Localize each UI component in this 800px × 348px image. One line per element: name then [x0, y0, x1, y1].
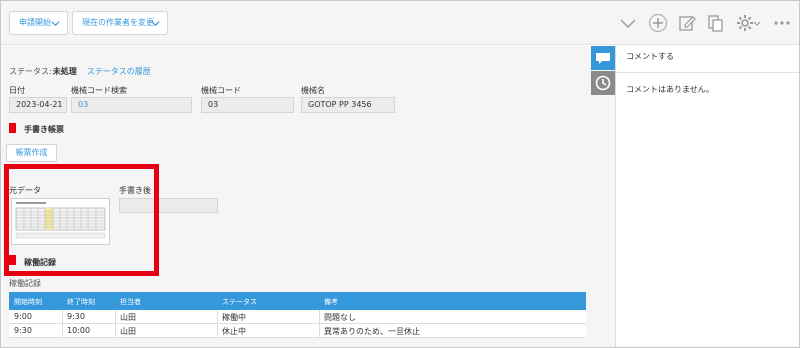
start-application-label: 申請開始	[19, 18, 51, 27]
status-line: ステータス:未処理 ステータスの履歴	[9, 66, 151, 77]
settings-menu-chevron-icon[interactable]	[752, 13, 762, 33]
table-header: 開始時刻 終了時刻 担当者 ステータス 備考	[9, 292, 586, 310]
column-header-start-time: 開始時刻	[14, 298, 42, 306]
app-frame: 申請開始 現在の作業者を変更 ステータス:未処理 ステータスの履歴 日付 202…	[0, 0, 800, 348]
cell-assignee: 山田	[120, 327, 136, 336]
cell-assignee: 山田	[120, 313, 136, 322]
machine-code-search-label: 機械コード検索	[71, 86, 127, 95]
status-value: 未処理	[52, 67, 77, 76]
collapse-chevron-icon[interactable]	[618, 13, 638, 33]
table-row: 9:30 10:00 山田 休止中 異常ありのため、一旦休止	[9, 324, 586, 338]
handwritten-form-marker	[9, 123, 16, 133]
operation-record-table-title: 稼働記録	[9, 279, 41, 288]
side-panel-tabs	[591, 46, 615, 347]
comments-tab[interactable]	[591, 46, 615, 70]
cell-notes: 異常ありのため、一旦休止	[324, 327, 420, 336]
column-header-notes: 備考	[324, 298, 338, 306]
date-label: 日付	[9, 86, 25, 95]
column-header-end-time: 終了時刻	[67, 298, 95, 306]
column-header-status: ステータス	[222, 298, 257, 306]
record-detail: ステータス:未処理 ステータスの履歴 日付 2023-04-21 機械コード検索 …	[1, 46, 591, 347]
cell-status: 稼働中	[222, 313, 246, 322]
machine-name-label: 機械名	[301, 86, 325, 95]
table-row: 9:00 9:30 山田 稼働中 問題なし	[9, 310, 586, 324]
machine-code-field[interactable]: 03	[201, 97, 294, 113]
column-header-assignee: 担当者	[120, 298, 141, 306]
comments-divider	[616, 72, 799, 73]
status-history-link[interactable]: ステータスの履歴	[87, 67, 151, 76]
status-label: ステータス:	[9, 67, 52, 76]
machine-code-label: 機械コード	[201, 86, 241, 95]
history-icon	[595, 75, 611, 91]
change-assignee-label: 現在の作業者を変更	[82, 18, 154, 27]
date-field[interactable]: 2023-04-21	[9, 97, 67, 113]
copy-icon[interactable]	[705, 13, 725, 33]
highlight-annotation-box	[4, 164, 159, 276]
operation-record-table: 開始時刻 終了時刻 担当者 ステータス 備考 9:00 9:30 山田 稼働中 …	[9, 292, 586, 338]
add-record-icon[interactable]	[648, 13, 668, 33]
record-toolbar: 申請開始 現在の作業者を変更	[1, 1, 799, 45]
chevron-down-icon	[51, 21, 60, 27]
cell-start-time: 9:00	[14, 312, 32, 321]
cell-status: 休止中	[222, 327, 246, 336]
cell-end-time: 9:30	[67, 312, 85, 321]
machine-name-field[interactable]: GOTOP PP 3456	[301, 97, 395, 113]
edit-icon[interactable]	[677, 13, 697, 33]
comments-panel: コメントする コメントはありません。	[615, 46, 799, 347]
history-tab[interactable]	[591, 71, 615, 95]
no-comments-message: コメントはありません。	[626, 85, 714, 94]
handwritten-form-label: 手書き帳票	[24, 125, 64, 134]
more-options-icon[interactable]	[772, 13, 792, 33]
add-comment-link[interactable]: コメントする	[626, 51, 674, 62]
cell-notes: 問題なし	[324, 313, 356, 322]
start-application-button[interactable]: 申請開始	[9, 11, 68, 35]
chevron-down-icon	[151, 21, 160, 27]
comment-icon	[596, 53, 610, 64]
machine-code-search-field[interactable]: 03	[71, 97, 192, 113]
create-form-button[interactable]: 帳票作成	[6, 144, 57, 162]
cell-start-time: 9:30	[14, 326, 32, 335]
cell-end-time: 10:00	[67, 326, 91, 335]
change-assignee-button[interactable]: 現在の作業者を変更	[72, 11, 168, 35]
